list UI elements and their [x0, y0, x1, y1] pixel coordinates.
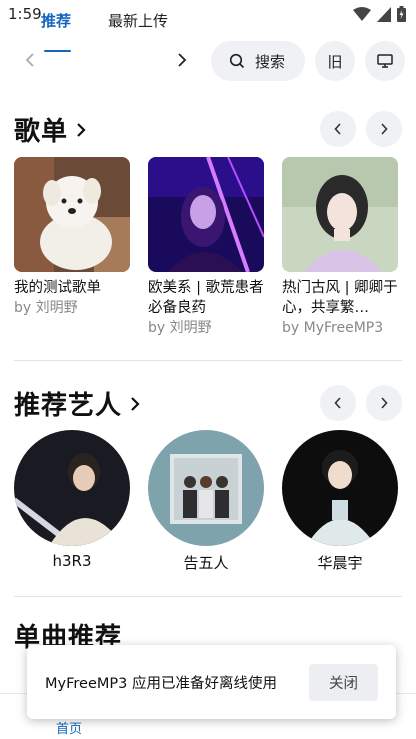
- cellular-signal-icon: [377, 6, 391, 22]
- section-divider: [14, 360, 402, 361]
- chevron-right-icon: [381, 123, 388, 135]
- battery-icon: [397, 6, 406, 22]
- artist-avatar: [14, 430, 130, 546]
- artist-card[interactable]: 华晨宇: [282, 430, 398, 573]
- bottom-nav-home[interactable]: 首页: [56, 718, 82, 737]
- chevron-right-icon: [381, 397, 388, 409]
- playlists-prev-button[interactable]: [320, 111, 356, 147]
- artist-name: h3R3: [52, 552, 92, 570]
- artist-avatar: [148, 430, 264, 546]
- tab-latest-uploads[interactable]: 最新上传: [108, 10, 168, 31]
- artists-next-button[interactable]: [366, 385, 402, 421]
- chevron-left-icon: [334, 123, 341, 135]
- search-icon: [229, 53, 245, 69]
- status-time: 1:59: [8, 5, 42, 23]
- chevron-right-icon: [77, 122, 86, 137]
- wifi-icon: [353, 6, 371, 21]
- offline-ready-toast: MyFreeMP3 应用已准备好离线使用 关闭: [27, 645, 396, 719]
- chevron-left-icon: [334, 397, 341, 409]
- playlist-author: by 刘明野: [14, 300, 78, 316]
- artists-section-header[interactable]: 推荐艺人: [14, 385, 140, 422]
- artist-card[interactable]: h3R3: [14, 430, 130, 570]
- tabs-scroll-right-icon[interactable]: [172, 50, 192, 70]
- playlist-title: 热门古风 | 卿卿于心，共享繁…: [282, 280, 398, 316]
- artists-prev-button[interactable]: [320, 385, 356, 421]
- playlist-cover-image: [282, 157, 398, 272]
- playlist-cover-image: [14, 157, 130, 272]
- artist-card[interactable]: 告五人: [148, 430, 264, 573]
- search-button[interactable]: 搜索: [211, 41, 305, 81]
- playlists-next-button[interactable]: [366, 111, 402, 147]
- playlist-card[interactable]: 我的测试歌单 by 刘明野: [14, 157, 130, 318]
- search-label: 搜索: [255, 52, 286, 71]
- playlist-card[interactable]: 热门古风 | 卿卿于心，共享繁… by MyFreeMP3: [282, 157, 398, 338]
- artist-name: 华晨宇: [317, 554, 363, 572]
- playlist-title: 欧美系 | 歌荒患者必备良药: [148, 280, 264, 316]
- toast-message: MyFreeMP3 应用已准备好离线使用: [45, 676, 277, 692]
- chevron-right-icon: [131, 396, 140, 411]
- monitor-icon: [377, 54, 393, 68]
- playlist-title: 我的测试歌单: [14, 280, 101, 296]
- artist-name: 告五人: [183, 554, 229, 572]
- status-icons: [353, 6, 406, 22]
- tab-recommended[interactable]: 推荐: [41, 10, 71, 31]
- playlist-author: by 刘明野: [148, 320, 212, 336]
- playlists-section-header[interactable]: 歌单: [14, 111, 86, 148]
- artist-avatar: [282, 430, 398, 546]
- tabs-scroll-left-icon[interactable]: [20, 50, 40, 70]
- playlists-title: 歌单: [14, 117, 69, 147]
- toast-close-button[interactable]: 关闭: [309, 664, 378, 701]
- section-divider: [14, 596, 402, 597]
- artists-title: 推荐艺人: [14, 391, 123, 421]
- playlist-author: by MyFreeMP3: [282, 320, 384, 336]
- display-button[interactable]: [365, 41, 405, 81]
- active-tab-indicator: [44, 50, 71, 52]
- playlist-card[interactable]: 欧美系 | 歌荒患者必备良药 by 刘明野: [148, 157, 264, 338]
- old-version-button[interactable]: 旧: [315, 41, 355, 81]
- playlist-cover-image: [148, 157, 264, 272]
